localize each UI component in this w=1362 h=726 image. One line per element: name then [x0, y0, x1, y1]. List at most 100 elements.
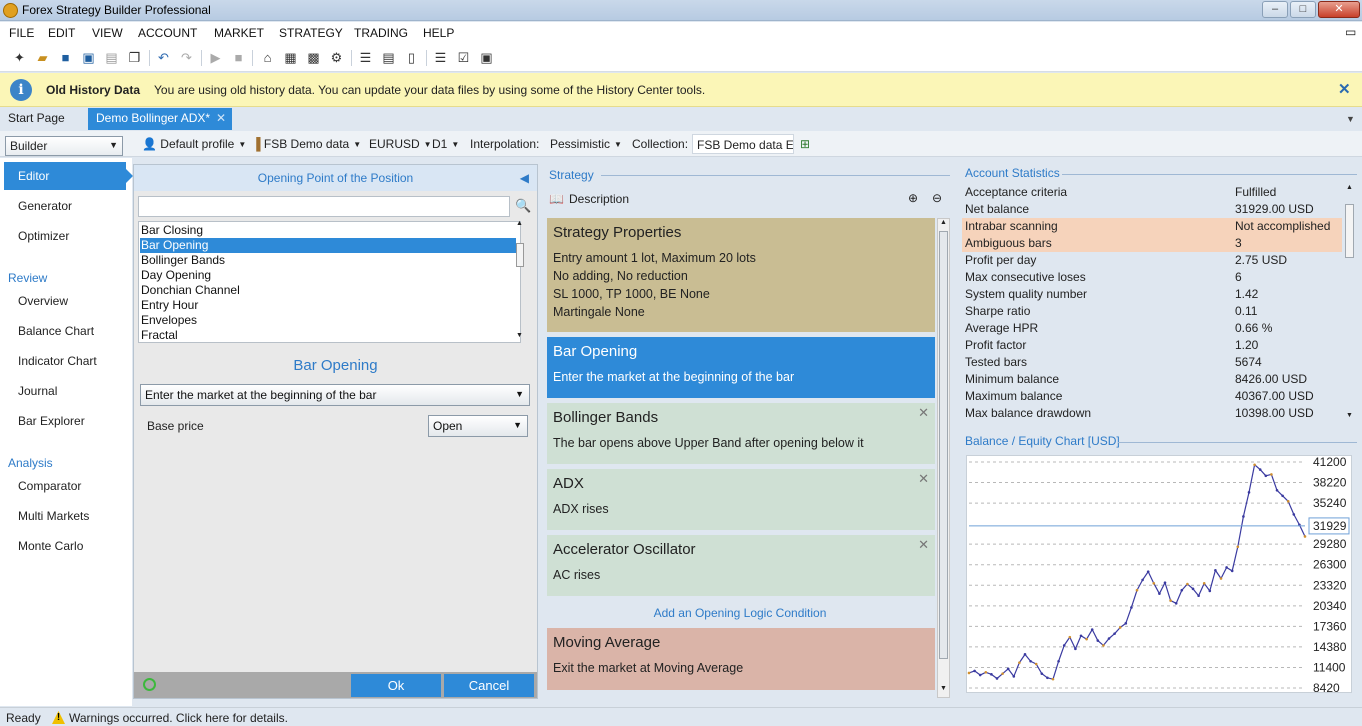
minimize-button[interactable]: –	[1262, 1, 1288, 18]
indicator-search-input[interactable]	[138, 196, 510, 217]
list-icon[interactable]: ☰	[358, 50, 373, 65]
strategy-scrollbar[interactable]: ▲ ▼	[937, 218, 950, 698]
nav-multi-markets[interactable]: Multi Markets	[18, 509, 89, 523]
indicator-list-item[interactable]: Fractal	[140, 328, 518, 342]
data-icon[interactable]: ▦	[283, 50, 298, 65]
strategy-properties-slot[interactable]: Strategy Properties Entry amount 1 lot, …	[547, 218, 935, 332]
profile-dropdown[interactable]: 👤 Default profile ▼	[142, 137, 246, 151]
stats-scrollbar[interactable]: ▲ ▼	[1343, 182, 1357, 426]
opening-condition-slot[interactable]: ADX ADX rises ✕	[547, 469, 935, 530]
closing-point-slot[interactable]: Moving Average Exit the market at Moving…	[547, 628, 935, 690]
close-tab-icon[interactable]: ✕	[216, 108, 226, 129]
base-price-select[interactable]: Open ▼	[428, 415, 528, 437]
checklist-icon[interactable]: ☑	[456, 50, 471, 65]
save-icon[interactable]: ■	[58, 50, 73, 65]
indicator-list-item[interactable]: Day Opening	[140, 268, 518, 283]
datasource-dropdown[interactable]: ▐ FSB Demo data ▼	[252, 137, 361, 151]
indicator-list-item[interactable]: Bollinger Bands	[140, 253, 518, 268]
menu-edit[interactable]: EDIT	[48, 26, 75, 40]
menu-view[interactable]: VIEW	[92, 26, 123, 40]
home-icon[interactable]: ⌂	[260, 50, 275, 65]
feedback-icon[interactable]: ▭	[1345, 25, 1356, 39]
briefcase-icon[interactable]: ▣	[479, 50, 494, 65]
open-folder-icon[interactable]: ▰	[35, 50, 50, 65]
symbol-dropdown[interactable]: EURUSD ▼	[369, 137, 432, 151]
nav-editor[interactable]: Editor	[4, 162, 133, 190]
nav-balance-chart[interactable]: Balance Chart	[18, 324, 94, 338]
close-button[interactable]: ✕	[1318, 1, 1360, 18]
refresh-icon[interactable]	[143, 678, 156, 691]
align-left-icon[interactable]: ☰	[433, 50, 448, 65]
menu-strategy[interactable]: STRATEGY	[279, 26, 343, 40]
balance-equity-chart[interactable]: 41200 38220 35240 29280 26300 23320 20340 17360…	[966, 455, 1352, 695]
description-link[interactable]: Description	[569, 192, 629, 206]
scrollbar-thumb[interactable]	[939, 231, 948, 659]
menu-trading[interactable]: TRADING	[354, 26, 408, 40]
scroll-up-icon[interactable]: ▲	[516, 220, 523, 227]
scroll-up-icon[interactable]: ▲	[940, 219, 947, 226]
period-dropdown[interactable]: D1 ▼	[432, 137, 459, 151]
scroll-up-icon[interactable]: ▲	[1346, 184, 1353, 191]
document-list-icon[interactable]: ▤	[381, 50, 396, 65]
ok-button[interactable]: Ok	[351, 674, 441, 697]
chevron-down-icon[interactable]: ▼	[1346, 114, 1355, 124]
nav-comparator[interactable]: Comparator	[18, 479, 81, 493]
nav-monte-carlo[interactable]: Monte Carlo	[18, 539, 83, 553]
stop-icon[interactable]: ■	[231, 50, 246, 65]
nav-generator[interactable]: Generator	[18, 199, 72, 213]
scroll-down-icon[interactable]: ▼	[516, 332, 523, 339]
indicator-list-item[interactable]: Bar Opening	[140, 238, 516, 253]
zoom-in-icon[interactable]: ⊕	[908, 191, 918, 205]
collection-field[interactable]: FSB Demo data EU	[692, 134, 794, 154]
search-icon[interactable]: 🔍	[515, 198, 531, 214]
grid-icon[interactable]: ▩	[306, 50, 321, 65]
list-scrollbar[interactable]: ▲ ▼	[515, 220, 525, 343]
logic-select[interactable]: Enter the market at the beginning of the…	[140, 384, 530, 406]
menu-market[interactable]: MARKET	[214, 26, 264, 40]
add-collection-icon[interactable]: ⊞	[800, 137, 810, 151]
opening-condition-slot[interactable]: Bollinger Bands The bar opens above Uppe…	[547, 403, 935, 464]
remove-slot-icon[interactable]: ✕	[918, 405, 929, 421]
collapse-icon[interactable]: ◀	[520, 165, 529, 191]
indicator-list-item[interactable]: Donchian Channel	[140, 283, 518, 298]
scrollbar-thumb[interactable]	[1345, 204, 1354, 258]
add-opening-condition-link[interactable]: Add an Opening Logic Condition	[545, 606, 935, 620]
remove-slot-icon[interactable]: ✕	[918, 537, 929, 553]
maximize-button[interactable]: □	[1290, 1, 1316, 18]
copy-icon[interactable]: ❐	[127, 50, 142, 65]
warning-icon[interactable]: !	[52, 711, 65, 724]
nav-indicator-chart[interactable]: Indicator Chart	[18, 354, 97, 368]
close-icon[interactable]: ✕	[1338, 80, 1351, 98]
cancel-button[interactable]: Cancel	[444, 674, 534, 697]
save-as-icon[interactable]: ▣	[81, 50, 96, 65]
save-all-icon[interactable]: ▤	[104, 50, 119, 65]
page-icon[interactable]: ▯	[404, 50, 419, 65]
scrollbar-thumb[interactable]	[516, 243, 524, 267]
indicator-list-item[interactable]: Entry Hour	[140, 298, 518, 313]
mode-select[interactable]: Builder ▼	[5, 136, 123, 156]
book-icon[interactable]: 📖	[549, 192, 564, 206]
nav-optimizer[interactable]: Optimizer	[18, 229, 69, 243]
undo-icon[interactable]: ↶	[156, 50, 171, 65]
redo-icon[interactable]: ↷	[179, 50, 194, 65]
opening-condition-slot[interactable]: Accelerator Oscillator AC rises ✕	[547, 535, 935, 596]
zoom-out-icon[interactable]: ⊖	[932, 191, 942, 205]
indicator-list[interactable]: Bar Closing Bar Opening Bollinger Bands Day…	[138, 221, 521, 343]
menu-file[interactable]: FILE	[9, 26, 34, 40]
scroll-down-icon[interactable]: ▼	[940, 685, 947, 692]
opening-point-slot[interactable]: Bar Opening Enter the market at the begi…	[547, 337, 935, 398]
remove-slot-icon[interactable]: ✕	[918, 471, 929, 487]
interpolation-dropdown[interactable]: Pessimistic ▼	[550, 137, 622, 151]
indicator-list-item[interactable]: Bar Closing	[140, 223, 518, 238]
new-strategy-icon[interactable]: ✦	[12, 50, 27, 65]
gear-icon[interactable]: ⚙	[329, 50, 344, 65]
play-icon[interactable]: ▶	[208, 50, 223, 65]
warning-link[interactable]: Warnings occurred. Click here for detail…	[69, 711, 288, 725]
tab-demo-bollinger-adx[interactable]: Demo Bollinger ADX* ✕	[88, 108, 232, 130]
nav-journal[interactable]: Journal	[18, 384, 57, 398]
scroll-down-icon[interactable]: ▼	[1346, 412, 1353, 419]
tab-start-page[interactable]: Start Page	[0, 108, 73, 130]
nav-bar-explorer[interactable]: Bar Explorer	[18, 414, 85, 428]
menu-help[interactable]: HELP	[423, 26, 454, 40]
menu-account[interactable]: ACCOUNT	[138, 26, 197, 40]
